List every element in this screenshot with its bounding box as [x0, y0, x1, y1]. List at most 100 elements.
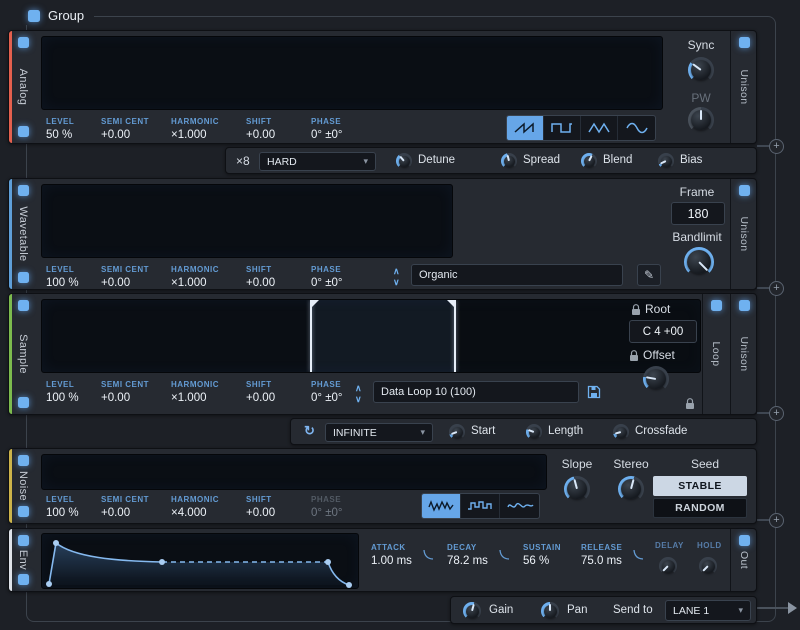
- sample-loop-panel[interactable]: Loop: [702, 294, 730, 414]
- wavetable-unison-panel[interactable]: Unison: [730, 179, 758, 289]
- loop-length-knob[interactable]: [526, 424, 542, 440]
- wavetable-waveform-display[interactable]: [41, 184, 453, 258]
- spread-knob[interactable]: [501, 153, 517, 169]
- noise-phase-param[interactable]: PHASE 0° ±0°: [311, 495, 343, 519]
- white-noise-icon[interactable]: [422, 494, 461, 518]
- loop-end-marker[interactable]: [454, 300, 456, 372]
- analog-power-toggle[interactable]: [18, 37, 29, 48]
- sample-semicent-param[interactable]: SEMI CENT +0.00: [101, 380, 149, 404]
- triangle-wave-icon[interactable]: [581, 116, 618, 140]
- pw-knob[interactable]: [688, 107, 714, 133]
- sample-power-toggle[interactable]: [18, 300, 29, 311]
- stereo-knob[interactable]: [618, 476, 644, 502]
- noise-semicent-param[interactable]: SEMI CENT +0.00: [101, 495, 149, 519]
- sample-aux-toggle[interactable]: [18, 397, 29, 408]
- analog-shift-param[interactable]: SHIFT +0.00: [246, 117, 275, 141]
- offset-knob[interactable]: [643, 366, 669, 392]
- noise-waveform-display[interactable]: [41, 454, 547, 490]
- wavetable-shift-param[interactable]: SHIFT +0.00: [246, 265, 275, 289]
- gain-knob[interactable]: [463, 602, 481, 620]
- analog-phase-param[interactable]: PHASE 0° ±0°: [311, 117, 343, 141]
- analog-unison-toggle[interactable]: [739, 37, 750, 48]
- wavetable-level-param[interactable]: LEVEL 100 %: [46, 265, 79, 289]
- root-lock-icon[interactable]: [631, 304, 641, 316]
- unison-voices-value[interactable]: ×8: [236, 154, 250, 168]
- sample-harmonic-param[interactable]: HARMONIC ×1.000: [171, 380, 219, 404]
- wavetable-preset-spinner[interactable]: ∧ ∨: [393, 267, 400, 286]
- mix-node-icon[interactable]: +: [769, 139, 784, 154]
- noise-level-param[interactable]: LEVEL 100 %: [46, 495, 79, 519]
- env-delay-knob[interactable]: [659, 557, 677, 575]
- send-to-select[interactable]: LANE 1 ▾: [665, 600, 751, 621]
- sample-preset-spinner[interactable]: ∧ ∨: [355, 384, 362, 403]
- analog-module-tab[interactable]: Analog: [9, 31, 37, 143]
- saw-wave-icon[interactable]: [507, 116, 544, 140]
- sample-unison-panel[interactable]: Unison: [730, 294, 758, 414]
- noise-shift-param[interactable]: SHIFT +0.00: [246, 495, 275, 519]
- sample-loop-toggle[interactable]: [711, 300, 722, 311]
- root-note-box[interactable]: C 4 +00: [629, 320, 697, 343]
- noise-aux-toggle[interactable]: [18, 506, 29, 517]
- detune-knob[interactable]: [396, 153, 412, 169]
- sample-level-param[interactable]: LEVEL 100 %: [46, 380, 79, 404]
- keytrack-lock-icon[interactable]: [685, 398, 695, 410]
- noise-harmonic-param[interactable]: HARMONIC ×4.000: [171, 495, 219, 519]
- frame-value-box[interactable]: 180: [671, 202, 725, 225]
- wavetable-semicent-param[interactable]: SEMI CENT +0.00: [101, 265, 149, 289]
- sample-module-tab[interactable]: Sample: [9, 294, 37, 414]
- env-module-tab[interactable]: Env: [9, 529, 37, 591]
- wavetable-unison-toggle[interactable]: [739, 185, 750, 196]
- sample-shift-param[interactable]: SHIFT +0.00: [246, 380, 275, 404]
- smooth-noise-icon[interactable]: [500, 494, 539, 518]
- analog-harmonic-param[interactable]: HARMONIC ×1.000: [171, 117, 219, 141]
- env-attack-param[interactable]: ATTACK 1.00 ms: [371, 543, 412, 567]
- wavetable-phase-param[interactable]: PHASE 0° ±0°: [311, 265, 343, 289]
- mix-node-icon[interactable]: +: [769, 406, 784, 421]
- offset-lock-icon[interactable]: [629, 350, 639, 362]
- square-wave-icon[interactable]: [544, 116, 581, 140]
- spinner-down-icon[interactable]: ∨: [393, 278, 400, 286]
- bandlimit-knob[interactable]: [684, 247, 714, 277]
- wavetable-edit-button[interactable]: ✎: [637, 264, 661, 286]
- env-aux-toggle[interactable]: [18, 574, 29, 585]
- env-out-toggle[interactable]: [739, 535, 750, 546]
- sample-phase-param[interactable]: PHASE 0° ±0°: [311, 380, 343, 404]
- bias-knob[interactable]: [658, 153, 674, 169]
- sample-waveform-display[interactable]: [41, 299, 701, 373]
- env-out-panel[interactable]: Out: [730, 529, 758, 591]
- slope-knob[interactable]: [564, 476, 590, 502]
- unison-mode-select[interactable]: HARD ▾: [259, 152, 376, 171]
- save-icon[interactable]: [587, 385, 601, 399]
- analog-level-param[interactable]: LEVEL 50 %: [46, 117, 74, 141]
- env-hold-knob[interactable]: [699, 557, 717, 575]
- env-release-param[interactable]: RELEASE 75.0 ms: [581, 543, 622, 567]
- mix-node-icon[interactable]: +: [769, 281, 784, 296]
- mix-node-icon[interactable]: +: [769, 513, 784, 528]
- pan-knob[interactable]: [541, 602, 559, 620]
- env-power-toggle[interactable]: [18, 535, 29, 546]
- blend-knob[interactable]: [581, 153, 597, 169]
- group-power-toggle[interactable]: [28, 10, 40, 22]
- env-decay-param[interactable]: DECAY 78.2 ms: [447, 543, 488, 567]
- analog-aux-toggle[interactable]: [18, 126, 29, 137]
- sine-wave-icon[interactable]: [618, 116, 655, 140]
- seed-option-stable[interactable]: STABLE: [653, 476, 747, 496]
- env-sustain-param[interactable]: SUSTAIN 56 %: [523, 543, 561, 567]
- loop-start-knob[interactable]: [449, 424, 465, 440]
- spinner-down-icon[interactable]: ∨: [355, 395, 362, 403]
- loop-mode-select[interactable]: INFINITE ▾: [325, 423, 433, 442]
- spinner-up-icon[interactable]: ∧: [393, 267, 400, 275]
- noise-module-tab[interactable]: Noise: [9, 449, 37, 523]
- wavetable-preset-select[interactable]: Organic: [411, 264, 623, 286]
- wavetable-module-tab[interactable]: Wavetable: [9, 179, 37, 289]
- wavetable-harmonic-param[interactable]: HARMONIC ×1.000: [171, 265, 219, 289]
- loop-crossfade-knob[interactable]: [613, 424, 629, 440]
- analog-unison-panel[interactable]: Unison: [730, 31, 758, 143]
- seed-option-random[interactable]: RANDOM: [653, 498, 747, 518]
- sample-preset-select[interactable]: Data Loop 10 (100): [373, 381, 579, 403]
- wavetable-power-toggle[interactable]: [18, 185, 29, 196]
- spinner-up-icon[interactable]: ∧: [355, 384, 362, 392]
- envelope-display[interactable]: [41, 533, 359, 589]
- release-curve-icon[interactable]: [633, 549, 644, 560]
- step-noise-icon[interactable]: [461, 494, 500, 518]
